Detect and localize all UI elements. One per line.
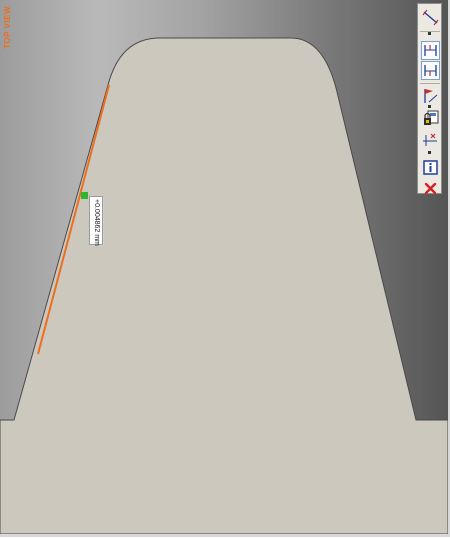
close-icon — [424, 182, 437, 195]
info-button[interactable] — [421, 158, 440, 177]
measure-distance-button[interactable] — [421, 8, 440, 27]
flag-measure-button[interactable] — [421, 86, 440, 105]
flag-measure-icon — [424, 89, 438, 103]
point-tolerance-icon — [423, 133, 437, 146]
edge-bracket-bottom-button[interactable] — [421, 61, 440, 80]
edge-bracket-top-icon — [424, 45, 437, 56]
cad-viewport[interactable]: TOP VIEW +0.004862 mm — [0, 0, 450, 537]
calculator-lock-button[interactable] — [421, 109, 440, 128]
dimension-value: +0.004862 mm — [93, 199, 100, 246]
edge-point-marker[interactable] — [81, 192, 88, 199]
point-tolerance-button[interactable] — [421, 131, 440, 150]
part-view — [0, 37, 448, 534]
dimension-tag[interactable]: +0.004862 mm — [89, 196, 103, 246]
edge-bracket-bottom-icon — [424, 65, 437, 76]
edge-bracket-top-button[interactable] — [421, 41, 440, 60]
toolbar-separator — [420, 83, 440, 84]
dropdown-dot-icon[interactable] — [428, 151, 431, 154]
measure-toolbar — [417, 3, 442, 195]
dropdown-dot-icon[interactable] — [428, 105, 431, 108]
dropdown-dot-icon[interactable] — [428, 32, 431, 35]
measure-distance-icon — [422, 9, 439, 26]
info-icon — [423, 160, 438, 175]
part-profile[interactable] — [0, 37, 448, 534]
view-label: TOP VIEW — [3, 6, 12, 49]
close-button[interactable] — [421, 179, 440, 198]
calculator-lock-icon — [424, 110, 439, 125]
